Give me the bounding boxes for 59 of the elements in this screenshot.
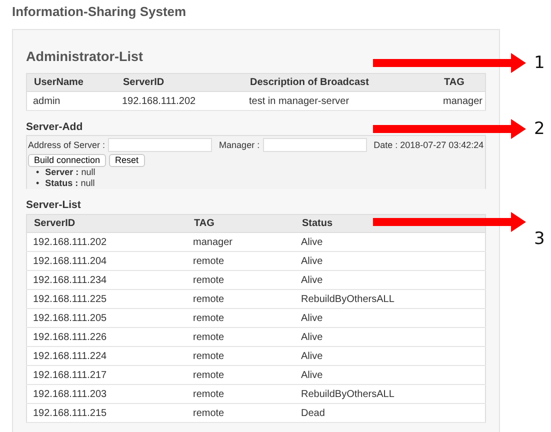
date-text: Date : 2018-07-27 03:42:24 (374, 140, 484, 150)
table-cell: remote (187, 366, 295, 384)
annotation-number: 3 (534, 229, 545, 249)
table-cell: admin (26, 92, 116, 110)
arrow-icon (373, 212, 526, 232)
table-cell: Alive (295, 346, 486, 366)
table-cell: test in manager-server (243, 92, 437, 110)
section-title: Server-List (26, 198, 81, 213)
table-cell: remote (187, 346, 295, 366)
column-header: TAG (437, 74, 486, 92)
table-cell: 192.168.111.202 (26, 232, 187, 252)
manager-input[interactable] (262, 138, 367, 152)
page-title: Information-Sharing System (12, 3, 188, 21)
table-cell: 192.168.111.215 (26, 404, 187, 422)
status-item: • Server : null (36, 167, 96, 178)
address-input[interactable] (108, 138, 212, 152)
table-cell: Alive (295, 328, 486, 346)
arrow-icon (373, 119, 526, 139)
arrow-icon (373, 53, 526, 73)
table-cell: 192.168.111.234 (26, 270, 187, 290)
column-header: Description of Broadcast (243, 74, 437, 92)
table-cell: manager (187, 232, 295, 252)
table-cell: remote (187, 328, 295, 346)
table-cell: Alive (295, 252, 486, 270)
table-cell: remote (187, 252, 295, 270)
status-item: • Status : null (36, 178, 95, 189)
table-cell: 192.168.111.217 (26, 366, 187, 384)
table-cell: Alive (295, 366, 486, 384)
column-header: TAG (187, 214, 295, 232)
field-label: Manager : (219, 140, 260, 150)
table-cell: Dead (295, 404, 486, 422)
table-cell: RebuildByOthersALL (295, 290, 486, 308)
section-title: Server-Add (26, 120, 83, 135)
reset-button[interactable]: Reset (109, 154, 145, 167)
annotation-number: 2 (534, 119, 545, 139)
table-cell: 192.168.111.204 (26, 252, 187, 270)
column-header: UserName (26, 74, 116, 92)
table-cell: 192.168.111.224 (26, 346, 187, 366)
column-header: ServerID (116, 74, 243, 92)
table-cell: remote (187, 270, 295, 290)
table-cell: manager (437, 92, 486, 110)
table-cell: remote (187, 404, 295, 422)
table-cell: 192.168.111.226 (26, 328, 187, 346)
table-cell: RebuildByOthersALL (295, 384, 486, 404)
section-title: Administrator-List (26, 48, 144, 66)
table-cell: Alive (295, 232, 486, 252)
annotation-number: 1 (534, 53, 545, 73)
table-cell: remote (187, 308, 295, 328)
table-cell: Alive (295, 308, 486, 328)
table-cell: Alive (295, 270, 486, 290)
table-cell: 192.168.111.203 (26, 384, 187, 404)
build-connection-button[interactable]: Build connection (28, 154, 106, 167)
column-header: ServerID (26, 214, 187, 232)
table-cell: remote (187, 384, 295, 404)
table-cell: remote (187, 290, 295, 308)
field-label: Address of Server : (28, 140, 106, 150)
table-cell: 192.168.111.225 (26, 290, 187, 308)
table-cell: 192.168.111.202 (116, 92, 243, 110)
table-cell: 192.168.111.205 (26, 308, 187, 328)
